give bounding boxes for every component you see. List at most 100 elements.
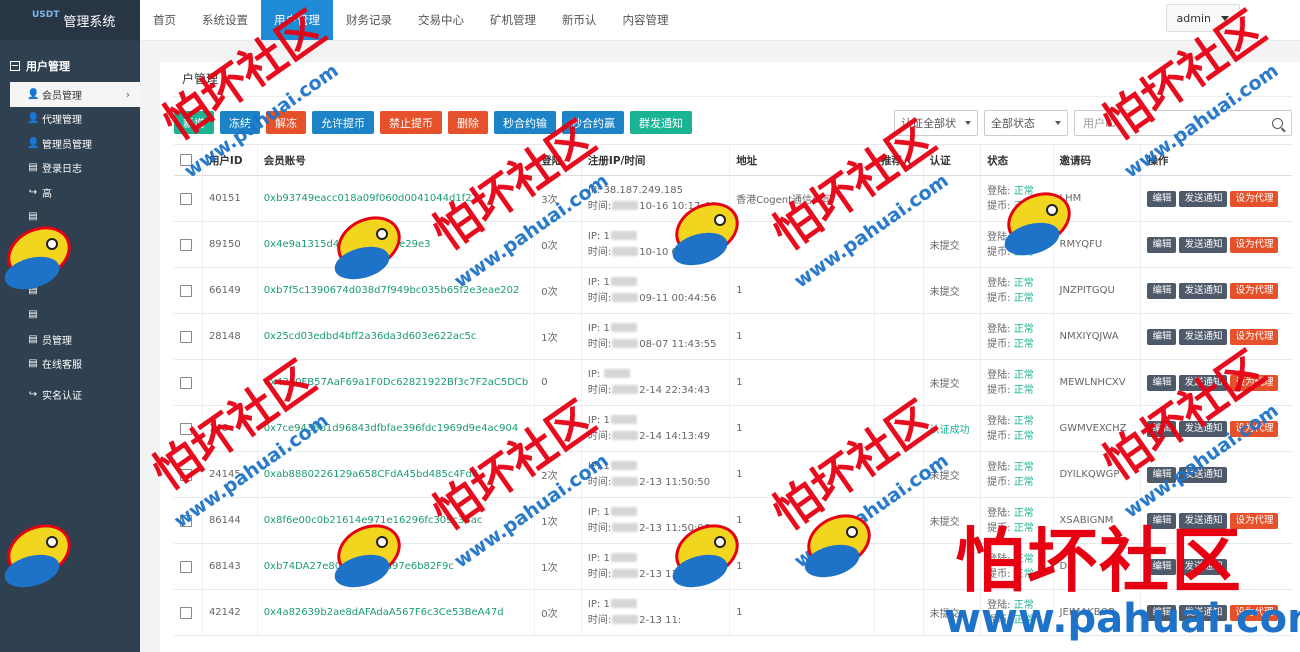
set-agent-button[interactable]: 设为代理 (1230, 374, 1279, 391)
edit-button[interactable]: 编辑 (1147, 512, 1177, 529)
account-middle[interactable]: 6fc309 (418, 515, 452, 526)
sidebar-item-11[interactable]: ▤ 在线客服 (0, 352, 140, 377)
status-select[interactable]: 全部状态 (984, 110, 1068, 136)
set-agent-button[interactable]: 设为代理 (1230, 190, 1279, 207)
set-agent-button[interactable]: 设为代理 (1230, 604, 1279, 621)
account-link[interactable]: 0x4a82639b2ae8d (264, 607, 358, 618)
auth-status-select[interactable]: 认证全部状 (894, 110, 978, 136)
send-notice-button[interactable]: 发送通知 (1179, 512, 1228, 529)
account-link[interactable]: 0x (264, 331, 276, 342)
account-link[interactable]: 0x4340FB57AaF69a1F0Dc62821922Bf3c7F2aC5D… (264, 377, 528, 388)
row-checkbox[interactable] (180, 606, 192, 619)
account-middle[interactable]: 0041044 (404, 193, 449, 204)
account-link[interactable]: 0x4e9a1315d40 (264, 239, 346, 250)
send-notice-button[interactable]: 发送通知 (1179, 558, 1228, 575)
row-checkbox[interactable] (180, 284, 192, 297)
sidebar-item-0[interactable]: 👤 会员管理 › (10, 82, 140, 107)
tab-1[interactable]: 系统设置 (189, 0, 261, 40)
toolbar-button-6[interactable]: 秒合约输 (494, 111, 556, 134)
edit-button[interactable]: 编辑 (1147, 604, 1177, 621)
account-middle[interactable]: 25cd03edbd4bff2a36da3d603e622ac5c (276, 331, 476, 342)
toolbar-button-3[interactable]: 允许提币 (312, 111, 374, 134)
tab-6[interactable]: 新币认 (549, 0, 610, 40)
edit-button[interactable]: 编辑 (1147, 420, 1177, 437)
account-end[interactable]: c36ac (453, 515, 483, 526)
edit-button[interactable]: 编辑 (1147, 236, 1177, 253)
send-notice-button[interactable]: 发送通知 (1179, 282, 1228, 299)
account-end[interactable]: d6 (465, 469, 478, 480)
toolbar-button-4[interactable]: 禁止提币 (380, 111, 442, 134)
send-notice-button[interactable]: 发送通知 (1179, 420, 1228, 437)
account-middle[interactable]: AFAdaA567F6c3Ce53BeA47d (358, 607, 504, 618)
send-notice-button[interactable]: 发送通知 (1179, 328, 1228, 345)
tab-3[interactable]: 财务记录 (333, 0, 405, 40)
send-notice-button[interactable]: 发送通知 (1179, 236, 1228, 253)
toolbar-button-8[interactable]: 群发通知 (630, 111, 692, 134)
set-agent-button[interactable]: 设为代理 (1230, 236, 1279, 253)
send-notice-button[interactable]: 发送通知 (1179, 190, 1228, 207)
sidebar-item-1[interactable]: 👤 代理管理 (0, 107, 140, 132)
toolbar-button-7[interactable]: 秒合约赢 (562, 111, 624, 134)
row-checkbox[interactable] (180, 514, 192, 527)
actions-cell: 编辑 发送通知 设为代理 (1140, 497, 1292, 544)
toolbar-button-0[interactable]: 新增 (174, 111, 214, 134)
account-end[interactable]: E608d97e6b82F9c (360, 561, 454, 572)
tab-0[interactable]: 首页 (140, 0, 189, 40)
send-notice-button[interactable]: 发送通知 (1179, 374, 1228, 391)
set-agent-button[interactable]: 设为代理 (1230, 420, 1279, 437)
row-checkbox[interactable] (180, 238, 192, 251)
edit-button[interactable]: 编辑 (1147, 328, 1177, 345)
search-icon[interactable] (1272, 117, 1283, 129)
edit-button[interactable]: 编辑 (1147, 558, 1177, 575)
select-all-checkbox[interactable] (180, 154, 192, 166)
sidebar-item-3[interactable]: ▤ 登录日志 (0, 156, 140, 181)
sidebar-item-9[interactable]: ▤ (0, 303, 140, 328)
edit-button[interactable]: 编辑 (1147, 466, 1177, 483)
row-checkbox[interactable] (180, 376, 192, 389)
tab-5[interactable]: 矿机管理 (477, 0, 549, 40)
sidebar-item-8[interactable]: ▤ (0, 278, 140, 303)
account-link[interactable]: 0x8f6e00c0b21614e971e1629 (264, 515, 418, 526)
sidebar-item-6[interactable]: ▤ (0, 229, 140, 254)
nav-group-user-management[interactable]: 用户管理 (0, 40, 140, 82)
sidebar-item-2[interactable]: 👤 管理员管理 (0, 131, 140, 156)
tab-7[interactable]: 内容管理 (610, 0, 682, 40)
account-end[interactable]: 8b7b1cd4fe29e3 (346, 239, 431, 250)
admin-dropdown[interactable]: admin (1165, 4, 1240, 32)
set-agent-button[interactable]: 设为代理 (1230, 328, 1279, 345)
toolbar-button-2[interactable]: 解冻 (266, 111, 306, 134)
set-agent-button[interactable]: 设为代理 (1230, 512, 1279, 529)
account-link[interactable]: 0xb93749eacc018a09f060d (264, 193, 405, 204)
sidebar-item-5[interactable]: ▤ (0, 205, 140, 230)
set-agent-button[interactable]: 设为代理 (1230, 282, 1279, 299)
send-notice-button[interactable]: 发送通知 (1179, 466, 1228, 483)
account-link[interactable]: 0xb7f5c1390674d038d7f949bc035b65f2e3eae2… (264, 285, 520, 296)
sidebar-item-4[interactable]: ↪ 高 (0, 180, 140, 205)
toolbar-button-1[interactable]: 冻结 (220, 111, 260, 134)
userid-search-input[interactable]: 用户ID (1074, 110, 1292, 136)
sidebar-item-10[interactable]: ▤ 员管理 (0, 327, 140, 352)
status-cell: 登陆: 正常 提币: 正常 (980, 451, 1054, 498)
account-link[interactable]: 0xab8880226129a658CFdA45bd485c4F (264, 469, 466, 480)
table-row: 42142 0x4a82639b2ae8dAFAdaA567F6c3Ce53BeA… (174, 589, 1292, 636)
redacted-block (612, 615, 639, 624)
tab-4[interactable]: 交易中心 (405, 0, 477, 40)
edit-button[interactable]: 编辑 (1147, 282, 1177, 299)
toolbar-button-5[interactable]: 删除 (448, 111, 488, 134)
row-checkbox[interactable] (180, 468, 192, 481)
row-checkbox[interactable] (180, 422, 192, 435)
account-link[interactable]: 0xb74DA27e80062 (264, 561, 360, 572)
tab-2[interactable]: 用户管理 (261, 0, 333, 40)
row-checkbox[interactable] (180, 330, 192, 343)
account-link[interactable]: 0x7ce9436b1d96843dfbfae396fdc1969d9e4ac9… (264, 423, 518, 434)
row-checkbox[interactable] (180, 192, 192, 205)
send-notice-button[interactable]: 发送通知 (1179, 604, 1228, 621)
sidebar-item-7[interactable]: ▤ (0, 254, 140, 279)
account-end[interactable]: d1f27 (449, 193, 478, 204)
edit-button[interactable]: 编辑 (1147, 374, 1177, 391)
login-status-value: 正常 (1013, 553, 1034, 565)
sidebar-item-12[interactable]: ↪ 实名认证 (0, 382, 140, 407)
row-checkbox[interactable] (180, 560, 192, 573)
edit-button[interactable]: 编辑 (1147, 190, 1177, 207)
time-line: 时间: 08-07 11:43:55 (588, 337, 723, 353)
